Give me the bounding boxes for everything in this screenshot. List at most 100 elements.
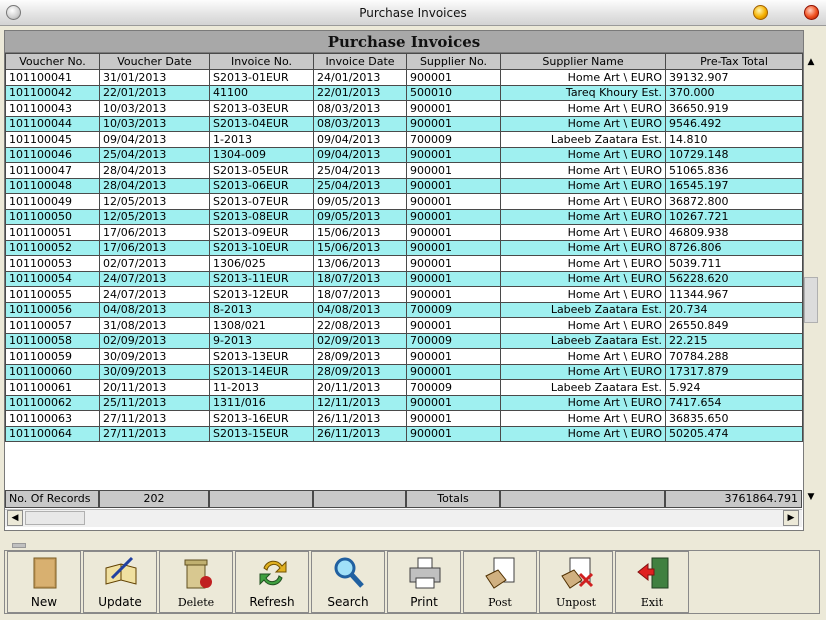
cell-supplier-name[interactable]: Home Art \ EURO: [500, 239, 666, 256]
cell-supplier-no[interactable]: 900001: [406, 69, 501, 86]
print-button[interactable]: Print: [387, 551, 461, 613]
cell-supplier-no[interactable]: 900001: [406, 115, 501, 132]
col-header-pretax-total[interactable]: Pre-Tax Total: [665, 53, 803, 70]
cell-voucher-date[interactable]: 02/07/2013: [99, 255, 210, 272]
cell-supplier-name[interactable]: Home Art \ EURO: [500, 146, 666, 163]
cell-invoice-no[interactable]: S2013-12EUR: [209, 286, 314, 303]
cell-voucher-no[interactable]: 101100061: [5, 379, 100, 396]
cell-invoice-no[interactable]: S2013-06EUR: [209, 177, 314, 194]
cell-voucher-no[interactable]: 101100060: [5, 363, 100, 380]
table-row[interactable]: 101100046 25/04/2013 1304-009 09/04/2013 900…: [5, 146, 803, 163]
cell-supplier-name[interactable]: Home Art \ EURO: [500, 177, 666, 194]
cell-supplier-name[interactable]: Home Art \ EURO: [500, 69, 666, 86]
cell-pretax-total[interactable]: 50205.474: [665, 425, 803, 442]
cell-invoice-no[interactable]: S2013-09EUR: [209, 224, 314, 241]
cell-voucher-date[interactable]: 09/04/2013: [99, 131, 210, 148]
cell-pretax-total[interactable]: 39132.907: [665, 69, 803, 86]
cell-invoice-date[interactable]: 22/01/2013: [313, 84, 407, 101]
cell-invoice-no[interactable]: S2013-04EUR: [209, 115, 314, 132]
cell-supplier-name[interactable]: Labeeb Zaatara Est.: [500, 379, 666, 396]
cell-pretax-total[interactable]: 20.734: [665, 301, 803, 318]
cell-pretax-total[interactable]: 56228.620: [665, 270, 803, 287]
cell-pretax-total[interactable]: 7417.654: [665, 394, 803, 411]
cell-pretax-total[interactable]: 22.215: [665, 332, 803, 349]
refresh-button[interactable]: Refresh: [235, 551, 309, 613]
cell-voucher-no[interactable]: 101100062: [5, 394, 100, 411]
cell-voucher-no[interactable]: 101100050: [5, 208, 100, 225]
cell-voucher-no[interactable]: 101100045: [5, 131, 100, 148]
table-row[interactable]: 101100061 20/11/2013 11-2013 20/11/2013 7000…: [5, 379, 803, 396]
cell-pretax-total[interactable]: 9546.492: [665, 115, 803, 132]
cell-supplier-name[interactable]: Labeeb Zaatara Est.: [500, 301, 666, 318]
minimize-icon[interactable]: [753, 5, 768, 20]
cell-supplier-no[interactable]: 900001: [406, 100, 501, 117]
cell-pretax-total[interactable]: 46809.938: [665, 224, 803, 241]
cell-supplier-no[interactable]: 700009: [406, 379, 501, 396]
cell-invoice-no[interactable]: 9-2013: [209, 332, 314, 349]
cell-voucher-no[interactable]: 101100044: [5, 115, 100, 132]
cell-supplier-no[interactable]: 900001: [406, 177, 501, 194]
cell-pretax-total[interactable]: 51065.836: [665, 162, 803, 179]
search-button[interactable]: Search: [311, 551, 385, 613]
cell-invoice-no[interactable]: S2013-11EUR: [209, 270, 314, 287]
cell-supplier-no[interactable]: 900001: [406, 410, 501, 427]
cell-supplier-name[interactable]: Tareq Khoury Est.: [500, 84, 666, 101]
cell-voucher-no[interactable]: 101100056: [5, 301, 100, 318]
cell-voucher-date[interactable]: 24/07/2013: [99, 270, 210, 287]
cell-invoice-no[interactable]: 1306/025: [209, 255, 314, 272]
cell-pretax-total[interactable]: 36872.800: [665, 193, 803, 210]
cell-supplier-no[interactable]: 900001: [406, 363, 501, 380]
table-row[interactable]: 101100055 24/07/2013 S2013-12EUR 18/07/2013…: [5, 286, 803, 303]
cell-voucher-date[interactable]: 28/04/2013: [99, 177, 210, 194]
cell-voucher-date[interactable]: 02/09/2013: [99, 332, 210, 349]
cell-voucher-no[interactable]: 101100046: [5, 146, 100, 163]
cell-supplier-name[interactable]: Home Art \ EURO: [500, 348, 666, 365]
cell-invoice-date[interactable]: 08/03/2013: [313, 115, 407, 132]
unpost-button[interactable]: Unpost: [539, 551, 613, 613]
table-row[interactable]: 101100041 31/01/2013 S2013-01EUR 24/01/2013…: [5, 69, 803, 86]
cell-invoice-date[interactable]: 25/04/2013: [313, 177, 407, 194]
cell-invoice-date[interactable]: 22/08/2013: [313, 317, 407, 334]
cell-supplier-name[interactable]: Labeeb Zaatara Est.: [500, 332, 666, 349]
cell-pretax-total[interactable]: 10729.148: [665, 146, 803, 163]
cell-voucher-date[interactable]: 27/11/2013: [99, 410, 210, 427]
cell-voucher-no[interactable]: 101100042: [5, 84, 100, 101]
cell-invoice-date[interactable]: 02/09/2013: [313, 332, 407, 349]
cell-invoice-no[interactable]: S2013-15EUR: [209, 425, 314, 442]
cell-supplier-no[interactable]: 900001: [406, 239, 501, 256]
vertical-scrollbar[interactable]: ▲ ▼: [802, 53, 820, 508]
cell-invoice-no[interactable]: S2013-05EUR: [209, 162, 314, 179]
cell-invoice-date[interactable]: 09/05/2013: [313, 193, 407, 210]
cell-voucher-date[interactable]: 17/06/2013: [99, 239, 210, 256]
cell-supplier-name[interactable]: Home Art \ EURO: [500, 193, 666, 210]
cell-supplier-no[interactable]: 900001: [406, 146, 501, 163]
cell-supplier-no[interactable]: 900001: [406, 162, 501, 179]
cell-supplier-name[interactable]: Home Art \ EURO: [500, 425, 666, 442]
update-button[interactable]: Update: [83, 551, 157, 613]
scroll-left-icon[interactable]: ◀: [7, 510, 23, 526]
cell-voucher-no[interactable]: 101100057: [5, 317, 100, 334]
cell-voucher-date[interactable]: 10/03/2013: [99, 115, 210, 132]
table-row[interactable]: 101100063 27/11/2013 S2013-16EUR 26/11/2013…: [5, 410, 803, 427]
cell-invoice-no[interactable]: S2013-07EUR: [209, 193, 314, 210]
cell-invoice-date[interactable]: 28/09/2013: [313, 348, 407, 365]
cell-pretax-total[interactable]: 26550.849: [665, 317, 803, 334]
cell-voucher-date[interactable]: 30/09/2013: [99, 348, 210, 365]
cell-pretax-total[interactable]: 370.000: [665, 84, 803, 101]
cell-voucher-no[interactable]: 101100054: [5, 270, 100, 287]
exit-button[interactable]: Exit: [615, 551, 689, 613]
table-row[interactable]: 101100051 17/06/2013 S2013-09EUR 15/06/2013…: [5, 224, 803, 241]
cell-voucher-date[interactable]: 31/08/2013: [99, 317, 210, 334]
table-row[interactable]: 101100048 28/04/2013 S2013-06EUR 25/04/2013…: [5, 177, 803, 194]
cell-invoice-no[interactable]: S2013-16EUR: [209, 410, 314, 427]
cell-invoice-no[interactable]: S2013-03EUR: [209, 100, 314, 117]
cell-voucher-no[interactable]: 101100064: [5, 425, 100, 442]
table-row[interactable]: 101100043 10/03/2013 S2013-03EUR 08/03/2013…: [5, 100, 803, 117]
cell-supplier-no[interactable]: 900001: [406, 224, 501, 241]
cell-voucher-no[interactable]: 101100048: [5, 177, 100, 194]
vertical-scroll-thumb[interactable]: [804, 277, 818, 324]
table-row[interactable]: 101100057 31/08/2013 1308/021 22/08/2013 900…: [5, 317, 803, 334]
table-row[interactable]: 101100047 28/04/2013 S2013-05EUR 25/04/2013…: [5, 162, 803, 179]
table-row[interactable]: 101100059 30/09/2013 S2013-13EUR 28/09/2013…: [5, 348, 803, 365]
scroll-up-icon[interactable]: ▲: [803, 55, 819, 71]
